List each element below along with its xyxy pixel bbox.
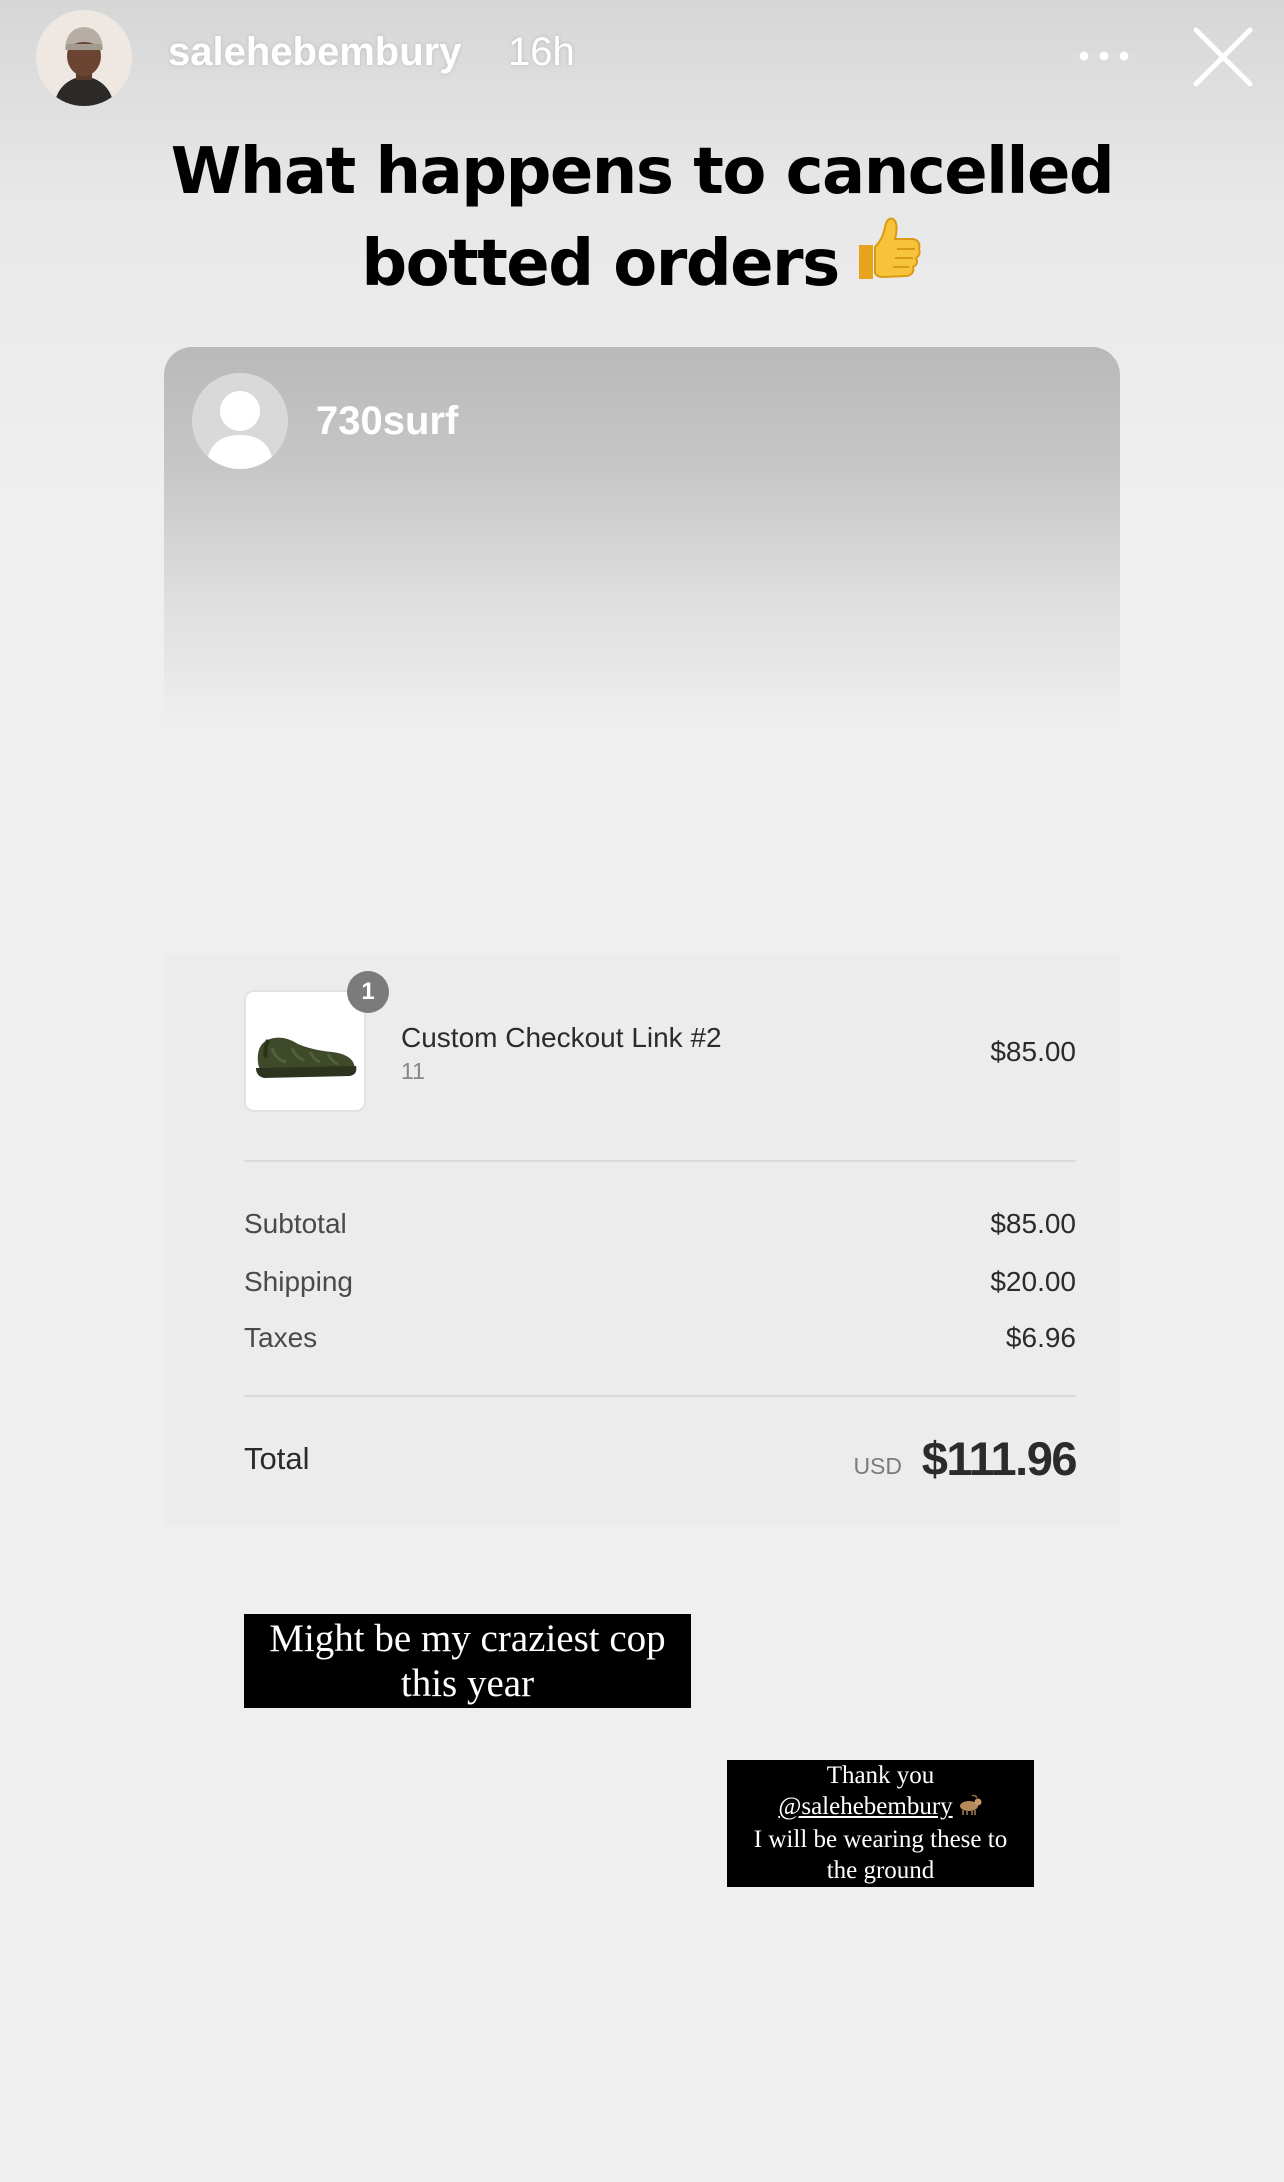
mention-link[interactable]: @salehebembury (778, 1793, 952, 1820)
shared-post-avatar[interactable] (192, 373, 288, 469)
order-summary: 1 Custom Checkout Link #2 11 $85.00 Subt… (164, 955, 1120, 1525)
story-headline: What happens to cancelled botted orders (0, 126, 1284, 310)
divider (244, 1160, 1076, 1162)
headline-line-1: What happens to cancelled (170, 135, 1115, 209)
shared-post-username[interactable]: 730surf (316, 399, 458, 444)
product-price: $85.00 (990, 1036, 1076, 1067)
caption-mention-line: @salehebembury (727, 1791, 1034, 1824)
story-username[interactable]: salehebembury (168, 30, 461, 75)
goat-icon (957, 1793, 983, 1824)
default-avatar-icon (192, 373, 288, 469)
quantity-badge: 1 (347, 971, 389, 1013)
close-icon (1193, 27, 1253, 87)
shipping-label: Shipping (244, 1266, 353, 1297)
thumbs-up-icon (849, 211, 923, 310)
total-value: $111.96 (921, 1432, 1078, 1485)
caption-line: I will be wearing these to (753, 1825, 1008, 1853)
profile-avatar[interactable] (36, 10, 132, 106)
product-name: Custom Checkout Link #2 (401, 1022, 722, 1053)
story-time: 16h (508, 30, 575, 74)
product-variant: 11 (401, 1058, 425, 1084)
more-options-button[interactable] (1074, 36, 1134, 76)
taxes-label: Taxes (244, 1322, 318, 1353)
caption-sticker-thanks: Thank you @salehebembury I will be weari… (727, 1760, 1034, 1887)
caption-line: this year (400, 1662, 535, 1705)
caption-line: the ground (826, 1856, 935, 1884)
total-label: Total (244, 1441, 310, 1476)
subtotal-value: $85.00 (990, 1208, 1076, 1239)
story-background: salehebembury 16h What happens to cancel… (0, 0, 1284, 2182)
headline-line-2-text: botted orders (361, 227, 840, 301)
close-button[interactable] (1190, 24, 1256, 90)
caption-line: Thank you (826, 1762, 935, 1789)
caption-line: Might be my craziest cop (269, 1617, 666, 1660)
clog-shoe-image (256, 1037, 357, 1078)
headline-line-2: botted orders (0, 217, 1284, 310)
caption-sticker-cop: Might be my craziest cop this year (244, 1614, 691, 1708)
shipping-value: $20.00 (990, 1266, 1076, 1297)
taxes-value: $6.96 (1005, 1322, 1076, 1353)
profile-photo (36, 10, 132, 106)
subtotal-label: Subtotal (244, 1208, 347, 1239)
divider (244, 1395, 1076, 1397)
shared-post-card[interactable]: 730surf (164, 347, 1120, 727)
more-horizontal-icon (1079, 51, 1129, 61)
product-image (244, 990, 366, 1112)
total-currency: USD (853, 1453, 902, 1479)
